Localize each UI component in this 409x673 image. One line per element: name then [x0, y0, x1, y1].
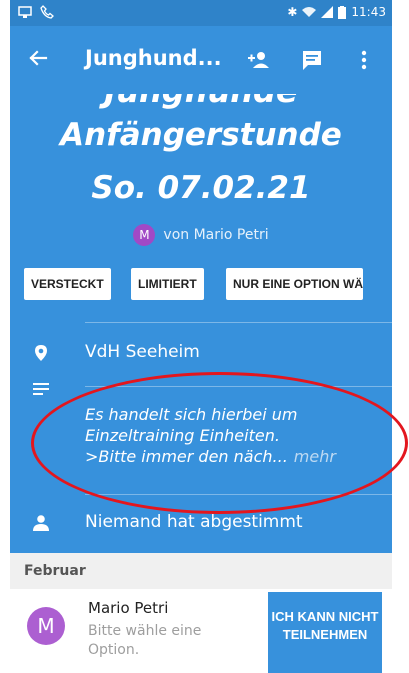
- event-header: Junghunde Anfängerstunde So. 07.02.21 M …: [10, 94, 392, 276]
- bluetooth-icon: ✱: [287, 5, 298, 19]
- app-bar: Junghund...: [10, 26, 392, 94]
- status-bar: ✱ 11:43: [10, 0, 392, 26]
- divider: [85, 386, 392, 387]
- divider: [85, 322, 392, 323]
- votes-text[interactable]: Niemand hat abgestimmt: [85, 512, 303, 532]
- wifi-icon: [302, 7, 317, 17]
- cannot-attend-button[interactable]: ICH KANN NICHT TEILNEHMEN: [268, 592, 382, 673]
- more-vert-icon[interactable]: [350, 46, 378, 74]
- location-text[interactable]: VdH Seeheim: [85, 342, 200, 362]
- divider: [85, 494, 392, 495]
- tag-row: VERSTECKT LIMITIERT NUR EINE OPTION WÄ: [10, 256, 392, 314]
- location-pin-icon: [35, 345, 47, 361]
- participant-name: Mario Petri: [88, 599, 169, 617]
- app-bar-title: Junghund...: [85, 46, 222, 70]
- event-author: M von Mario Petri: [10, 224, 392, 246]
- message-icon[interactable]: [298, 46, 326, 74]
- phone-screen: ✱ 11:43 Junghund... Anfängerstunde So. 0…: [10, 0, 392, 673]
- participant-subtitle: Bitte wähle eine Option.: [88, 623, 202, 658]
- participant-avatar: M: [27, 607, 65, 645]
- tag-hidden: VERSTECKT: [24, 268, 111, 300]
- tag-single-option: NUR EINE OPTION WÄ: [226, 268, 364, 300]
- event-details: VdH Seeheim Es handelt sich hierbei um E…: [10, 314, 392, 553]
- description-line: Einzeltraining Einheiten.: [85, 426, 280, 445]
- status-right-icons: ✱ 11:43: [287, 4, 386, 20]
- status-left-icons: [18, 5, 54, 19]
- description-text[interactable]: Es handelt sich hierbei um Einzeltrainin…: [85, 404, 385, 467]
- participant-row: M Mario Petri Bitte wähle eine Option. I…: [10, 590, 392, 673]
- event-title: Anfängerstunde: [60, 117, 342, 153]
- description-icon: [33, 383, 49, 395]
- screen-mirror-icon: [18, 6, 32, 18]
- person-icon: [33, 515, 49, 531]
- back-arrow-icon[interactable]: [24, 44, 52, 72]
- battery-icon: [338, 5, 347, 19]
- author-avatar: M: [133, 224, 156, 246]
- month-header: Februar: [10, 553, 392, 589]
- phone-icon: [40, 5, 54, 19]
- author-text: von Mario Petri: [163, 227, 269, 243]
- description-line-last: >Bitte immer den näch... mehr: [85, 447, 336, 466]
- tag-limited: LIMITIERT: [131, 268, 204, 300]
- description-line: Es handelt sich hierbei um: [85, 405, 298, 424]
- signal-icon: [321, 6, 334, 18]
- add-person-icon[interactable]: [246, 46, 274, 74]
- event-date: So. 07.02.21: [91, 170, 311, 206]
- event-title-cut: Junghunde: [10, 94, 392, 110]
- more-link[interactable]: mehr: [294, 447, 336, 466]
- status-time: 11:43: [351, 5, 386, 19]
